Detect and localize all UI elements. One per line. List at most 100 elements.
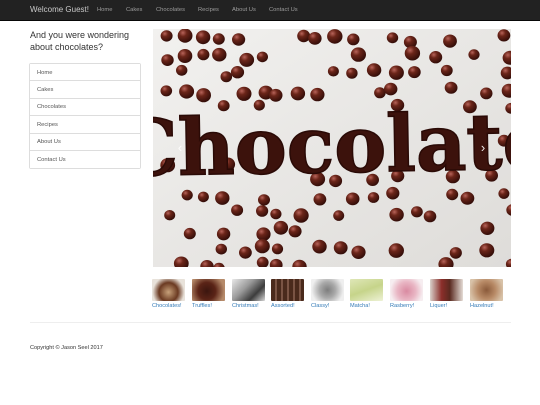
sidebar-item-about-us[interactable]: About Us bbox=[30, 133, 140, 151]
chocolate-ball bbox=[498, 188, 510, 199]
chocolate-ball bbox=[231, 204, 244, 216]
chocolate-ball bbox=[177, 49, 193, 63]
thumbnail-truffles[interactable]: Truffles! bbox=[192, 279, 228, 309]
chocolate-ball bbox=[446, 188, 459, 201]
thumbnail-caption[interactable]: Christmas! bbox=[232, 303, 268, 309]
chocolate-ball bbox=[345, 192, 360, 206]
nav-link-home[interactable]: Home bbox=[97, 7, 112, 13]
chocolate-ball bbox=[333, 210, 345, 221]
chocolate-ball bbox=[440, 64, 453, 77]
thumbnail-christmas[interactable]: Christmas! bbox=[232, 279, 268, 309]
chocolate-ball bbox=[411, 206, 423, 218]
thumbnail-caption[interactable]: Matcha! bbox=[350, 303, 386, 309]
thumbnail-caption[interactable]: Assorted! bbox=[271, 303, 307, 309]
chocolate-ball bbox=[367, 192, 380, 203]
chocolate-ball bbox=[468, 49, 480, 60]
chocolate-ball bbox=[270, 208, 282, 220]
nav-link-contact-us[interactable]: Contact Us bbox=[269, 7, 298, 13]
thumbnail-caption[interactable]: Classy! bbox=[311, 303, 347, 309]
chocolate-ball bbox=[196, 88, 211, 103]
chocolate-ball bbox=[239, 52, 255, 67]
chocolate-ball bbox=[449, 247, 462, 259]
chocolate-ball bbox=[216, 227, 231, 241]
chocolate-ball bbox=[297, 29, 311, 43]
nav-link-chocolates[interactable]: Chocolates bbox=[156, 7, 185, 13]
footer-copyright: Copyright © Jason Seel 2017 bbox=[30, 345, 103, 351]
sidebar-item-home[interactable]: Home bbox=[30, 64, 140, 82]
chocolate-ball bbox=[177, 29, 193, 43]
chocolate-ball bbox=[386, 32, 399, 44]
chocolate-ball bbox=[160, 30, 173, 42]
chocolate-ball bbox=[273, 220, 289, 235]
chocolate-ball bbox=[254, 239, 270, 254]
chocolate-ball bbox=[256, 51, 268, 63]
chocolate-ball bbox=[408, 66, 421, 79]
thumbnail-caption[interactable]: Liquer! bbox=[430, 303, 466, 309]
carousel-slide-text: Chocolate bbox=[153, 96, 511, 195]
chocolate-ball bbox=[258, 194, 270, 206]
thumbnail-rasberry[interactable]: Rasberry! bbox=[390, 279, 426, 309]
chocolate-ball bbox=[212, 33, 225, 45]
chocolate-ball bbox=[230, 66, 245, 79]
chocolate-ball bbox=[444, 81, 458, 94]
chocolate-ball bbox=[351, 245, 366, 259]
chocolate-ball bbox=[429, 51, 443, 64]
chocolate-ball bbox=[350, 47, 366, 62]
chocolate-ball bbox=[313, 193, 327, 206]
nav-link-cakes[interactable]: Cakes bbox=[126, 7, 142, 13]
nav-link-about-us[interactable]: About Us bbox=[232, 7, 256, 13]
chocolate-ball bbox=[197, 48, 210, 61]
chocolate-ball bbox=[239, 246, 252, 259]
thumbnail-caption[interactable]: Truffles! bbox=[192, 303, 228, 309]
chocolate-ball bbox=[232, 33, 246, 46]
top-navbar: Welcome Guest! Home Cakes Chocolates Rec… bbox=[0, 0, 540, 21]
nav-link-recipes[interactable]: Recipes bbox=[198, 7, 219, 13]
chocolate-ball bbox=[480, 221, 495, 235]
thumbnail-caption[interactable]: Rasberry! bbox=[390, 303, 426, 309]
chocolate-ball bbox=[308, 32, 322, 45]
chocolate-ball bbox=[160, 85, 173, 97]
chocolate-ball bbox=[312, 239, 327, 254]
chocolate-ball bbox=[220, 71, 233, 83]
image-carousel[interactable]: Chocolate ‹ › bbox=[153, 29, 511, 267]
chocolate-ball bbox=[384, 82, 398, 96]
chocolate-ball bbox=[479, 243, 495, 258]
chocolate-ball bbox=[176, 64, 188, 76]
chocolate-ball bbox=[333, 241, 348, 255]
thumbnail-chocolates[interactable]: Chocolates! bbox=[152, 279, 188, 309]
sidebar-item-contact-us[interactable]: Contact Us bbox=[30, 150, 140, 169]
chocolate-ball bbox=[366, 63, 382, 77]
chocolate-ball bbox=[161, 54, 174, 66]
navbar-brand[interactable]: Welcome Guest! bbox=[30, 5, 89, 14]
thumbnail-hazelnut[interactable]: Hazelnut! bbox=[470, 279, 506, 309]
chocolate-ball bbox=[212, 47, 227, 62]
chocolate-ball bbox=[271, 243, 284, 255]
chocolate-ball bbox=[183, 227, 196, 240]
chocolate-ball bbox=[179, 84, 195, 99]
sidebar-item-recipes[interactable]: Recipes bbox=[30, 116, 140, 134]
thumbnail-classy[interactable]: Classy! bbox=[311, 279, 347, 309]
footer-divider bbox=[30, 322, 511, 323]
sidebar-item-cakes[interactable]: Cakes bbox=[30, 81, 140, 99]
sidebar-item-chocolates[interactable]: Chocolates bbox=[30, 98, 140, 117]
chocolate-ball bbox=[288, 225, 302, 238]
chocolate-ball bbox=[460, 191, 475, 205]
chocolate-ball bbox=[346, 67, 358, 79]
thumbnail-liquer[interactable]: Liquer! bbox=[430, 279, 466, 309]
chocolate-ball bbox=[256, 227, 271, 241]
chevron-left-icon[interactable]: ‹ bbox=[173, 141, 187, 155]
chocolate-ball bbox=[404, 45, 421, 61]
chocolate-ball bbox=[327, 29, 343, 44]
thumbnail-caption[interactable]: Chocolates! bbox=[152, 303, 188, 309]
chocolate-ball bbox=[347, 33, 360, 46]
chocolate-ball bbox=[389, 207, 404, 222]
chocolate-ball bbox=[423, 210, 437, 223]
chevron-right-icon[interactable]: › bbox=[476, 141, 490, 155]
thumbnail-assorted[interactable]: Assorted! bbox=[271, 279, 307, 309]
thumbnail-matcha[interactable]: Matcha! bbox=[350, 279, 386, 309]
thumbnail-caption[interactable]: Hazelnut! bbox=[470, 303, 506, 309]
sidebar-nav: Home Cakes Chocolates Recipes About Us C… bbox=[29, 63, 141, 170]
chocolate-ball bbox=[164, 210, 176, 221]
chocolate-ball bbox=[388, 65, 404, 80]
chocolate-ball bbox=[290, 86, 306, 101]
